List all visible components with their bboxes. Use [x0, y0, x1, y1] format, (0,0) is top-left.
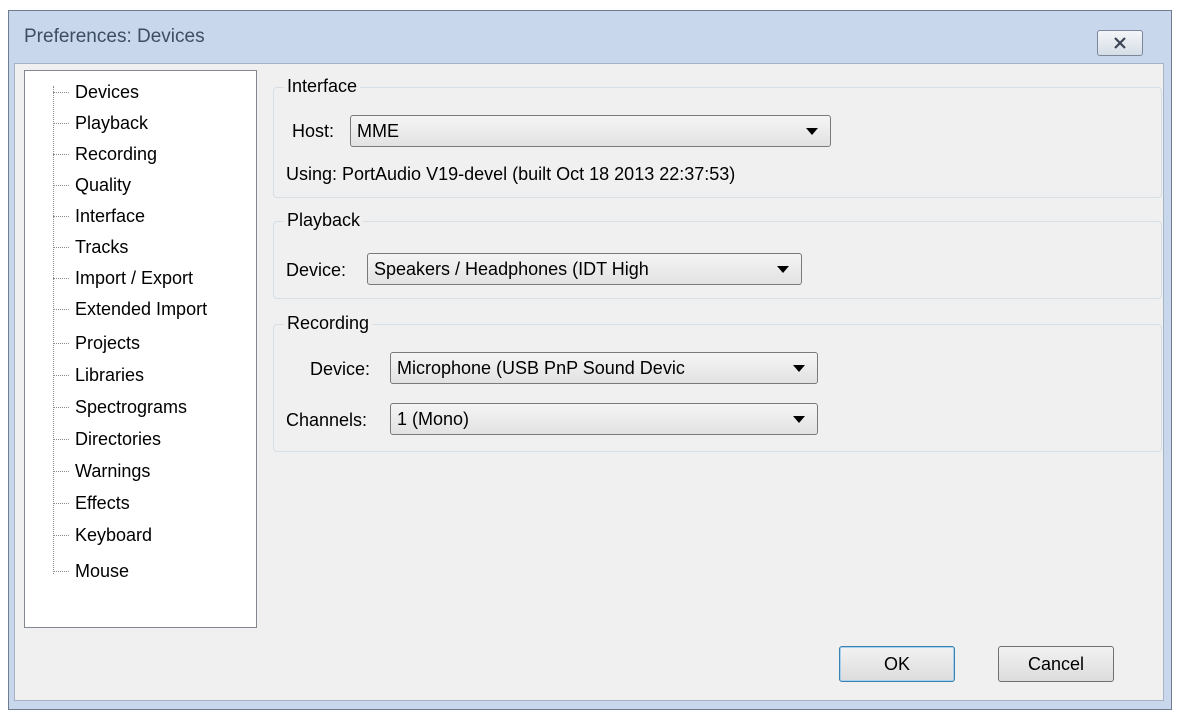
tree-item-libraries[interactable]: Libraries [25, 360, 146, 391]
host-select[interactable]: MME [350, 115, 831, 147]
tree-item-keyboard[interactable]: Keyboard [25, 520, 154, 551]
tree-item-label: Tracks [75, 237, 129, 257]
tree-item-quality[interactable]: Quality [25, 170, 133, 201]
tree-item-label: Warnings [75, 461, 151, 481]
channels-label: Channels: [286, 410, 368, 430]
window-title: Preferences: Devices [24, 26, 205, 47]
chevron-down-icon [777, 265, 789, 273]
tree-item-label: Keyboard [75, 525, 153, 545]
playback-device-value: Speakers / Headphones (IDT High [374, 258, 649, 279]
tree-item-import-export[interactable]: Import / Export [25, 263, 195, 294]
chevron-down-icon [806, 127, 818, 135]
tree-item-label: Directories [75, 429, 162, 449]
tree-item-label: Import / Export [75, 268, 194, 288]
channels-value: 1 (Mono) [397, 408, 470, 429]
cancel-button[interactable]: Cancel [998, 646, 1114, 682]
recording-device-value: Microphone (USB PnP Sound Devic [397, 357, 685, 378]
interface-group-label: Interface [284, 76, 361, 97]
playback-device-select[interactable]: Speakers / Headphones (IDT High [367, 253, 802, 285]
tree-item-projects[interactable]: Projects [25, 328, 142, 359]
chevron-down-icon [793, 364, 805, 372]
tree-item-label: Quality [75, 175, 132, 195]
tree-item-spectrograms[interactable]: Spectrograms [25, 392, 189, 423]
tree-item-label: Extended Import [75, 299, 208, 319]
recording-device-select[interactable]: Microphone (USB PnP Sound Devic [390, 352, 818, 384]
playback-group-label: Playback [284, 210, 364, 231]
tree-item-devices[interactable]: Devices [25, 77, 141, 108]
tree-item-directories[interactable]: Directories [25, 424, 163, 455]
tree-item-recording[interactable]: Recording [25, 139, 159, 170]
tree-item-label: Libraries [75, 365, 145, 385]
playback-device-label: Device: [286, 260, 347, 280]
tree-item-extended-import[interactable]: Extended Import [25, 294, 209, 325]
tree-item-label: Spectrograms [75, 397, 188, 417]
chevron-down-icon [793, 415, 805, 423]
recording-device-label: Device: [310, 359, 371, 379]
close-button[interactable] [1097, 30, 1143, 56]
tree-item-label: Projects [75, 333, 141, 353]
preferences-tree[interactable]: Devices Playback Recording Quality Inter… [24, 70, 257, 628]
tree-item-effects[interactable]: Effects [25, 488, 132, 519]
host-select-value: MME [357, 120, 399, 141]
tree-item-label: Interface [75, 206, 146, 226]
recording-group-label: Recording [284, 313, 373, 334]
close-icon [1114, 37, 1126, 49]
channels-select[interactable]: 1 (Mono) [390, 403, 818, 435]
tree-item-mouse[interactable]: Mouse [25, 556, 131, 587]
tree-item-tracks[interactable]: Tracks [25, 232, 130, 263]
tree-item-label: Mouse [75, 561, 130, 581]
tree-item-warnings[interactable]: Warnings [25, 456, 152, 487]
tree-item-label: Playback [75, 113, 149, 133]
ok-button[interactable]: OK [839, 646, 955, 682]
host-label: Host: [292, 121, 335, 141]
tree-item-interface[interactable]: Interface [25, 201, 147, 232]
tree-item-label: Recording [75, 144, 158, 164]
tree-item-label: Devices [75, 82, 140, 102]
tree-item-label: Effects [75, 493, 130, 513]
tree-item-playback[interactable]: Playback [25, 108, 150, 139]
portaudio-version-text: Using: PortAudio V19-devel (built Oct 18… [286, 164, 736, 184]
